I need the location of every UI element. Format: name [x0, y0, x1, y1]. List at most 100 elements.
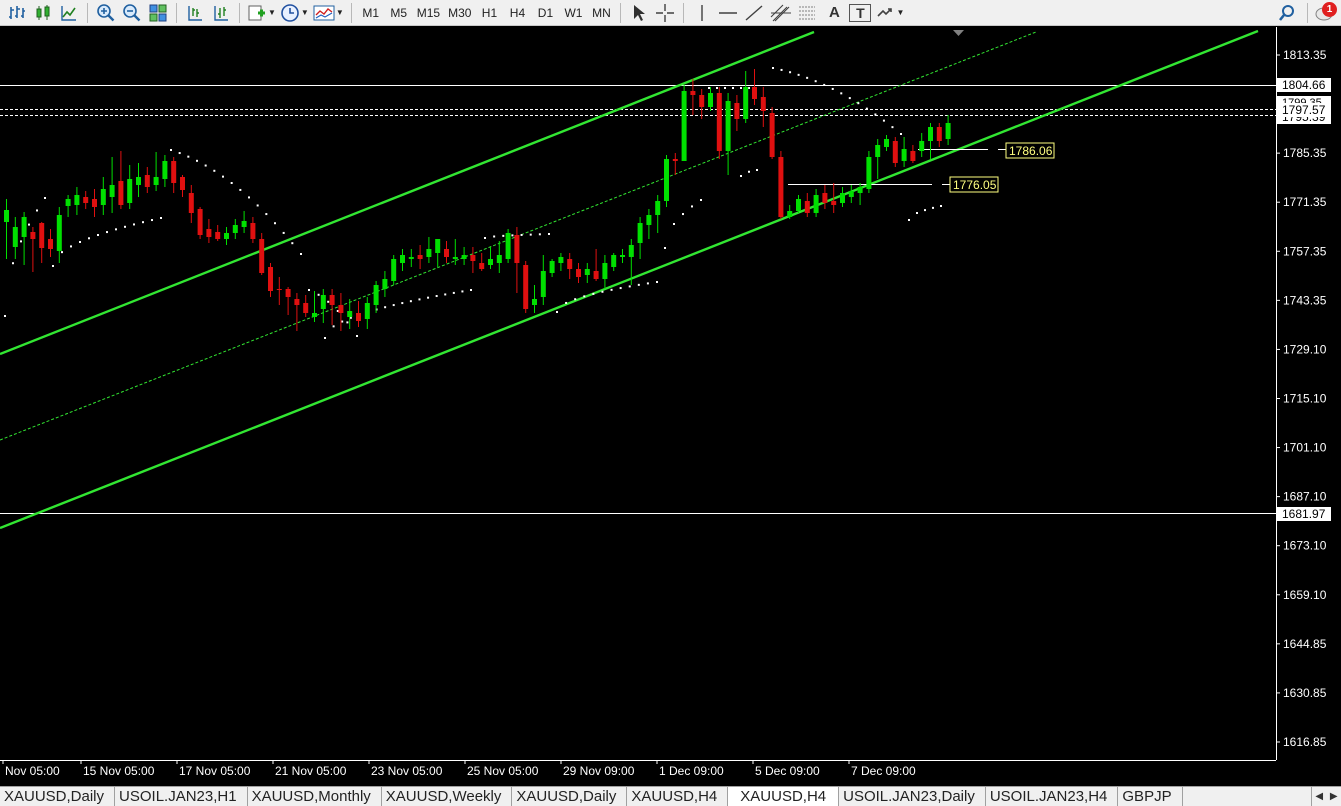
candle-body	[813, 195, 819, 213]
horizontal-line-icon[interactable]	[717, 2, 739, 24]
cursor-icon[interactable]	[628, 2, 650, 24]
line-chart-icon[interactable]	[58, 2, 80, 24]
candle-body	[611, 255, 617, 267]
clock-icon[interactable]: ▼	[280, 2, 309, 24]
templates-icon[interactable]: ▼	[313, 2, 344, 24]
timeframe-m30[interactable]: M30	[444, 2, 475, 24]
zoom-in-icon[interactable]	[95, 2, 117, 24]
timeframe-m5[interactable]: M5	[385, 2, 413, 24]
tab-xauusd-daily-2[interactable]: XAUUSD,Daily	[512, 787, 628, 806]
candle	[470, 247, 476, 273]
arrows-icon[interactable]: ▼	[875, 2, 904, 24]
candle	[479, 253, 485, 271]
sar-dot	[178, 152, 181, 155]
candlestick-icon[interactable]	[32, 2, 54, 24]
candle-body	[435, 239, 441, 253]
crosshair-icon[interactable]	[654, 2, 676, 24]
candle-body	[875, 145, 881, 157]
candle	[928, 123, 933, 159]
sar-dot	[44, 197, 46, 199]
tile-windows-icon[interactable]	[147, 2, 169, 24]
sar-dot	[646, 282, 649, 285]
price-tag-1804: 1804.66	[1277, 78, 1331, 92]
timeframe-mn[interactable]: MN	[587, 2, 615, 24]
timeframe-m1[interactable]: M1	[357, 2, 385, 24]
sar-dot	[628, 285, 631, 288]
vertical-line-icon[interactable]	[691, 2, 713, 24]
tab-gbpjpy[interactable]: GBPJP	[1118, 787, 1183, 806]
tab-usoil-h1[interactable]: USOIL.JAN23,H1	[115, 787, 248, 806]
candle-body	[241, 221, 247, 227]
candle	[400, 249, 405, 271]
timeframe-h1[interactable]: H1	[475, 2, 503, 24]
candle-body	[505, 233, 511, 259]
candle	[417, 245, 423, 269]
tab-scroll-left-icon[interactable]: ◀	[1315, 791, 1323, 802]
level-label-1786: 1786.06	[1009, 144, 1053, 158]
sar-dot	[151, 219, 153, 222]
toolbar-separator	[350, 2, 352, 23]
candle	[716, 87, 722, 159]
sar-dot	[740, 87, 742, 89]
sar-dot	[282, 231, 285, 234]
candle-body	[109, 185, 115, 197]
sar-dot	[170, 149, 172, 151]
new-order-icon[interactable]: ▼	[247, 2, 276, 24]
candle	[329, 289, 335, 325]
bar-chart-icon[interactable]	[6, 2, 28, 24]
text-icon[interactable]: A	[823, 2, 845, 24]
candle-body	[417, 255, 423, 259]
time-axis-label: 29 Nov 09:00	[563, 764, 635, 778]
candle	[162, 155, 168, 187]
candle	[769, 107, 775, 159]
chart-canvas[interactable]: 1813.351799.351785.351771.351757.351743.…	[0, 27, 1341, 785]
candle	[681, 85, 687, 161]
zoom-out-icon[interactable]	[121, 2, 143, 24]
timeframe-m15[interactable]: M15	[413, 2, 444, 24]
timeframe-h4[interactable]: H4	[503, 2, 531, 24]
tab-usoil-h4[interactable]: USOIL.JAN23,H4	[986, 787, 1119, 806]
svg-text:1797.57: 1797.57	[1282, 103, 1326, 117]
text-label-icon[interactable]: T	[849, 3, 872, 22]
candle-body	[936, 127, 942, 141]
tab-xauusd-monthly[interactable]: XAUUSD,Monthly	[248, 787, 382, 806]
candle-body	[180, 177, 185, 190]
sar-dot	[831, 87, 834, 90]
sar-dot	[529, 233, 532, 236]
candle-body	[532, 299, 537, 305]
tab-xauusd-h4[interactable]: XAUUSD,H4	[627, 787, 729, 806]
equidistant-channel-icon[interactable]	[769, 2, 793, 24]
tab-xauusd-weekly[interactable]: XAUUSD,Weekly	[382, 787, 513, 806]
fibonacci-icon[interactable]	[797, 2, 819, 24]
notifications-icon[interactable]: 1	[1313, 2, 1341, 24]
tab-xauusd-h4-active[interactable]: XAUUSD,H4	[728, 787, 840, 806]
candle	[699, 89, 705, 119]
price-tag-1797: 1797.57	[1277, 103, 1331, 117]
chart-shift-marker[interactable]	[953, 30, 964, 36]
tab-scroll-right-icon[interactable]: ▶	[1330, 791, 1338, 802]
candle	[646, 209, 652, 239]
chart-shift-icon[interactable]	[184, 2, 206, 24]
sar-dot	[70, 245, 72, 248]
sar-dot	[187, 155, 190, 158]
sar-dot	[324, 337, 326, 339]
price-chart[interactable]: 1813.351799.351785.351771.351757.351743.…	[0, 27, 1341, 785]
search-icon[interactable]	[1274, 2, 1300, 24]
trendline-icon[interactable]	[743, 2, 765, 24]
timeframe-d1[interactable]: D1	[531, 2, 559, 24]
sar-dot	[592, 292, 595, 295]
auto-scroll-icon[interactable]	[210, 2, 232, 24]
price-axis-label: 1785.35	[1283, 146, 1327, 160]
candle	[892, 137, 898, 167]
sar-dot	[740, 175, 742, 177]
tab-scroll-arrows[interactable]: ◀ ▶	[1311, 787, 1341, 806]
time-axis-label: 17 Nov 05:00	[179, 764, 251, 778]
tab-usoil-daily[interactable]: USOIL.JAN23,Daily	[839, 787, 986, 806]
candle	[153, 152, 159, 191]
candlestick-series	[4, 69, 951, 331]
candle-body	[496, 255, 502, 263]
candle-body	[558, 257, 564, 263]
price-axis-label: 1630.85	[1283, 686, 1327, 700]
timeframe-w1[interactable]: W1	[559, 2, 587, 24]
tab-xauusd-daily[interactable]: XAUUSD,Daily	[0, 787, 116, 806]
